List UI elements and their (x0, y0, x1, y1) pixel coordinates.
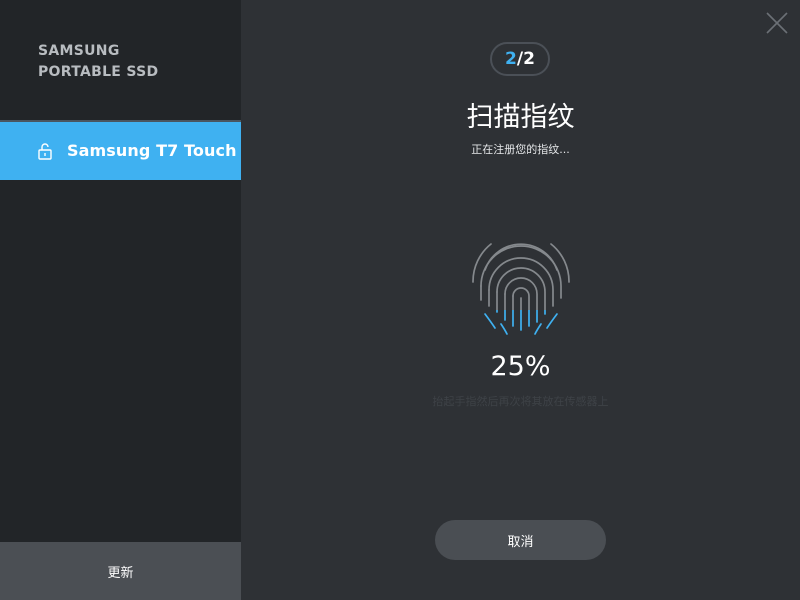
update-button[interactable]: 更新 (0, 542, 241, 600)
cancel-button[interactable]: 取消 (435, 520, 606, 560)
unlock-icon (36, 142, 54, 160)
page-subtitle: 正在注册您的指纹... (471, 143, 570, 156)
device-name: Samsung T7 Touch (67, 141, 237, 160)
sidebar: SAMSUNG PORTABLE SSD Samsung T7 Touch 更新 (0, 0, 241, 600)
step-current: 2 (505, 49, 517, 69)
brand-logo: SAMSUNG PORTABLE SSD (38, 41, 158, 83)
instruction-hint: 抬起手指然后再次将其放在传感器上 (432, 395, 609, 408)
fingerprint-icon (465, 226, 577, 338)
progress-percent: 25% (490, 351, 551, 382)
step-total: 2 (523, 49, 535, 69)
main-panel: 2 / 2 扫描指纹 正在注册您的指纹... 25% 抬起手指然后再次将其放在传… (241, 0, 800, 600)
step-indicator: 2 / 2 (490, 42, 550, 76)
brand-line-samsung: SAMSUNG (38, 43, 120, 59)
sidebar-item-device[interactable]: Samsung T7 Touch (0, 120, 241, 180)
page-title: 扫描指纹 (466, 102, 575, 133)
brand-line-portable-ssd: PORTABLE SSD (38, 64, 159, 80)
